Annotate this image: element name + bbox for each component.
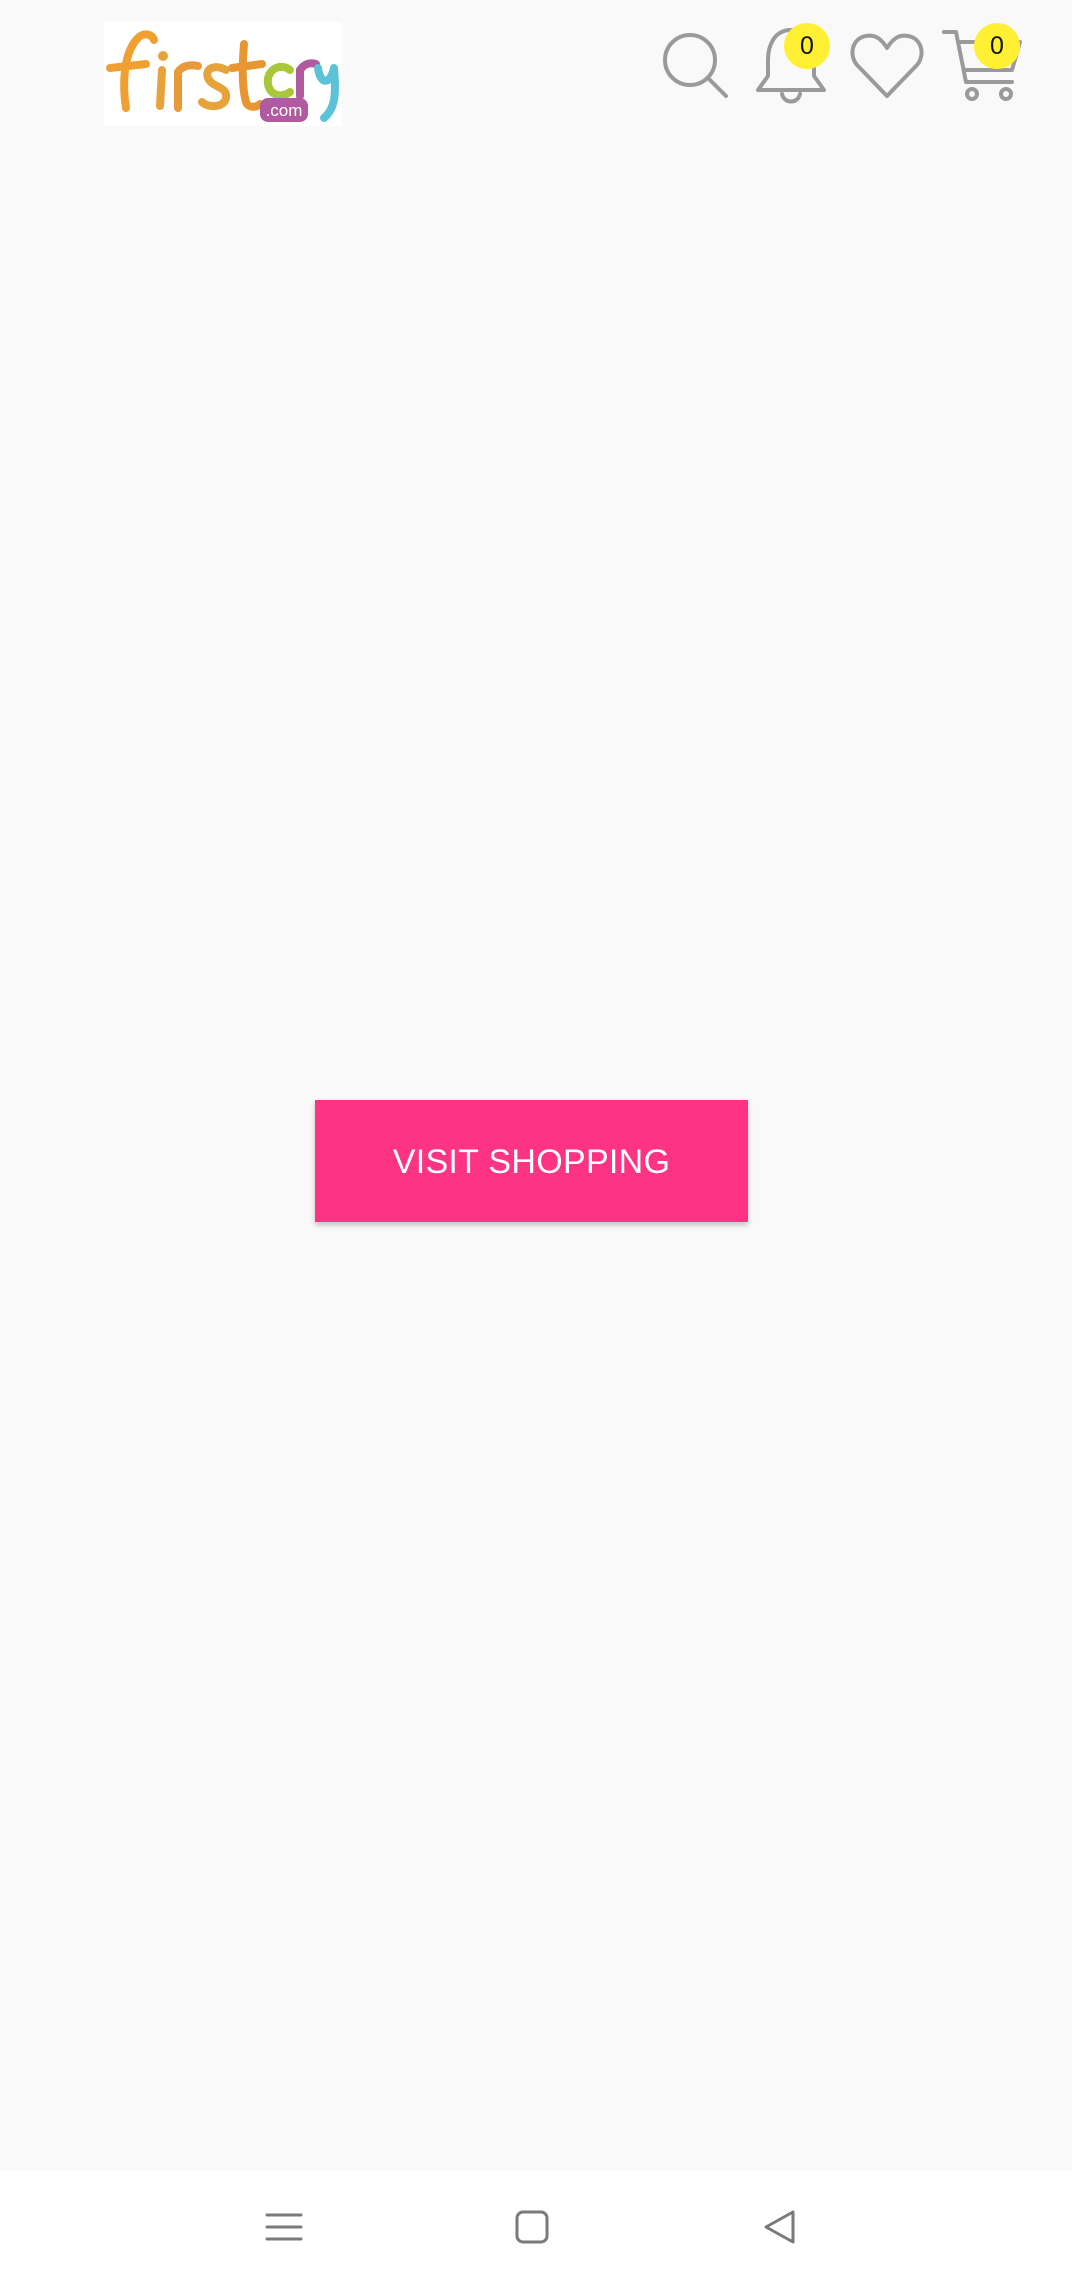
- back-button[interactable]: [750, 2197, 810, 2257]
- menu-icon: [265, 2213, 303, 2241]
- firstcry-logo[interactable]: .com: [104, 22, 342, 126]
- cart-count-badge: 0: [974, 23, 1020, 69]
- app-header: .com 0 0: [0, 0, 1072, 150]
- logo-suffix: .com: [266, 101, 303, 120]
- visit-shopping-button[interactable]: VISIT SHOPPING: [315, 1100, 748, 1222]
- system-navigation-bar: [0, 2171, 1072, 2283]
- heart-icon: [850, 33, 924, 98]
- home-icon: [515, 2210, 549, 2244]
- back-icon: [764, 2210, 795, 2244]
- notification-count-badge: 0: [784, 23, 830, 69]
- wishlist-button[interactable]: [842, 20, 932, 110]
- search-button[interactable]: [650, 20, 740, 110]
- search-icon: [663, 33, 728, 98]
- home-button[interactable]: [502, 2197, 562, 2257]
- firstcry-logo-graphic: .com: [106, 30, 339, 122]
- recent-apps-button[interactable]: [254, 2197, 314, 2257]
